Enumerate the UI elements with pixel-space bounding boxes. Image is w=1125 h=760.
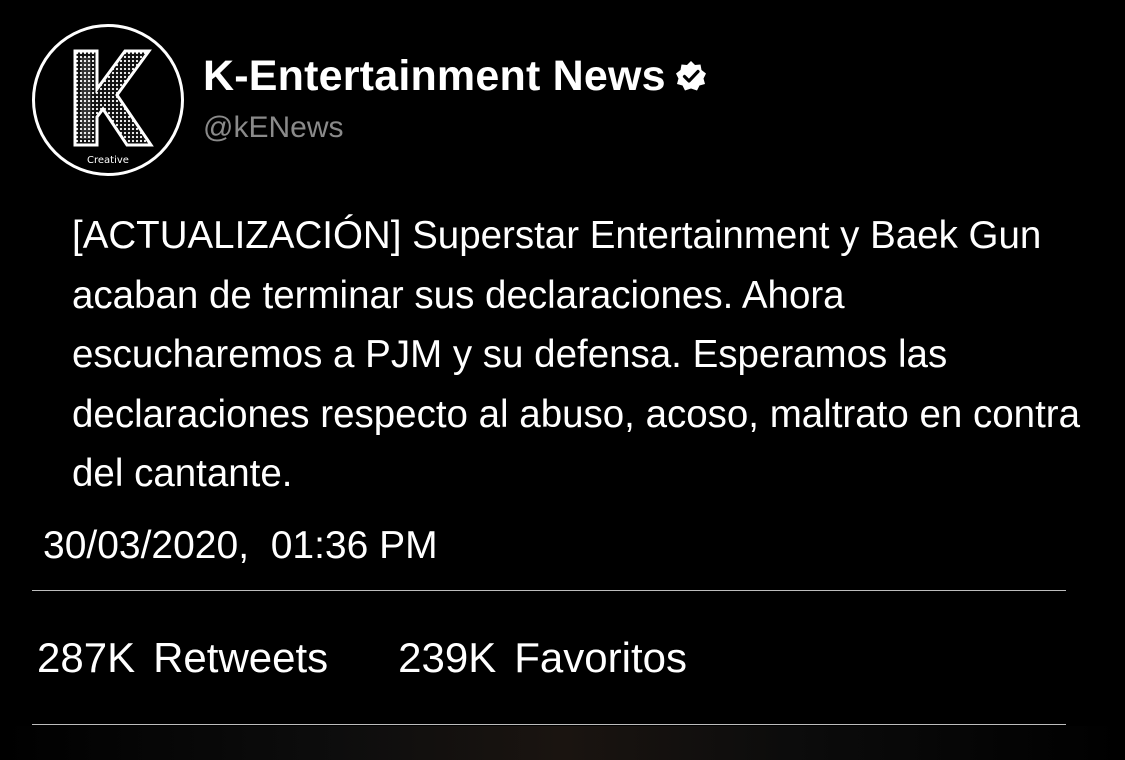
divider	[32, 590, 1066, 591]
favorites-stat[interactable]: 239K Favoritos	[398, 630, 687, 686]
retweets-stat[interactable]: 287K Retweets	[37, 630, 328, 686]
tweet-card: Creative K-Entertainment News @kENews [A…	[0, 0, 1125, 760]
verified-badge-icon	[674, 59, 708, 93]
tweet-stats: 287K Retweets 239K Favoritos	[37, 630, 687, 686]
divider	[32, 724, 1066, 725]
media-preview-edge	[0, 726, 1125, 760]
retweets-label: Retweets	[153, 634, 329, 681]
display-name-row: K-Entertainment News	[203, 48, 708, 104]
retweets-count: 287K	[37, 634, 136, 681]
account-handle[interactable]: @kENews	[203, 108, 343, 148]
favorites-label: Favoritos	[514, 634, 687, 681]
tweet-timestamp[interactable]: 30/03/2020, 01:36 PM	[43, 520, 438, 572]
display-name[interactable]: K-Entertainment News	[203, 48, 666, 104]
tweet-text: [ACTUALIZACIÓN] Superstar Entertainment …	[72, 214, 1080, 495]
avatar-caption: Creative	[87, 155, 129, 166]
k-logo-icon: Creative	[73, 49, 154, 166]
avatar[interactable]: Creative	[32, 24, 184, 176]
favorites-count: 239K	[398, 634, 497, 681]
